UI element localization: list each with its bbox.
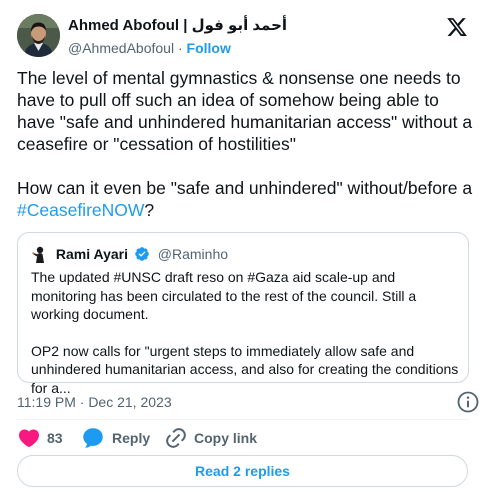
hashtag-link[interactable]: #CeasefireNOW — [17, 200, 144, 220]
speech-bubble-icon — [83, 428, 103, 448]
copy-link-label: Copy link — [194, 430, 258, 446]
tweet-embed: Ahmed Abofoul | أحمد أبو فول @AhmedAbofo… — [0, 0, 485, 502]
verified-badge-icon — [134, 246, 150, 262]
follow-link[interactable]: Follow — [187, 40, 231, 56]
copy-link-button[interactable]: Copy link — [164, 424, 257, 452]
tweet-paragraph: How can it even be "safe and unhindered"… — [17, 177, 477, 221]
separator-dot: · — [177, 40, 183, 56]
tweet-text-segment: ? — [144, 200, 155, 220]
x-logo-icon[interactable] — [446, 16, 468, 38]
tweet-text-segment: How can it even be "safe and unhindered"… — [17, 178, 473, 198]
like-count: 83 — [47, 430, 63, 446]
author-handle-row: @AhmedAbofoul · Follow — [68, 38, 287, 58]
link-icon — [166, 428, 186, 448]
quote-avatar — [31, 245, 47, 263]
author-display-name[interactable]: Ahmed Abofoul | أحمد أبو فول — [68, 17, 287, 35]
info-icon[interactable] — [456, 390, 480, 414]
author-avatar[interactable] — [17, 14, 60, 57]
tweet-text: The level of mental gymnastics & nonsens… — [17, 67, 477, 221]
author-info: Ahmed Abofoul | أحمد أبو فول @AhmedAbofo… — [68, 17, 287, 58]
quote-paragraph: The updated #UNSC draft reso on #Gaza ai… — [31, 269, 417, 322]
read-replies-label: Read 2 replies — [195, 463, 290, 479]
like-button[interactable]: 83 — [17, 424, 63, 452]
quoted-tweet-text: The updated #UNSC draft reso on #Gaza ai… — [31, 268, 461, 397]
author-handle[interactable]: @AhmedAbofoul — [68, 40, 174, 56]
divider — [17, 419, 469, 420]
reply-label: Reply — [112, 430, 151, 446]
quote-author-name: Rami Ayari — [55, 246, 128, 262]
tweet-header: Ahmed Abofoul | أحمد أبو فول @AhmedAbofo… — [17, 14, 472, 62]
quoted-tweet-header: Rami Ayari @Raminho — [31, 244, 228, 264]
tweet-paragraph: The level of mental gymnastics & nonsens… — [17, 68, 473, 154]
heart-icon — [18, 429, 40, 448]
quote-author-handle: @Raminho — [157, 246, 229, 262]
read-replies-button[interactable]: Read 2 replies — [17, 455, 468, 487]
tweet-timestamp[interactable]: 11:19 PM · Dec 21, 2023 — [17, 393, 172, 411]
quote-paragraph: OP2 now calls for "urgent steps to immed… — [31, 342, 459, 396]
reply-button[interactable]: Reply — [80, 424, 150, 452]
action-bar: 83 Reply Copy link — [17, 424, 469, 452]
quoted-tweet[interactable]: Rami Ayari @Raminho The updated #UNSC dr… — [17, 232, 469, 396]
